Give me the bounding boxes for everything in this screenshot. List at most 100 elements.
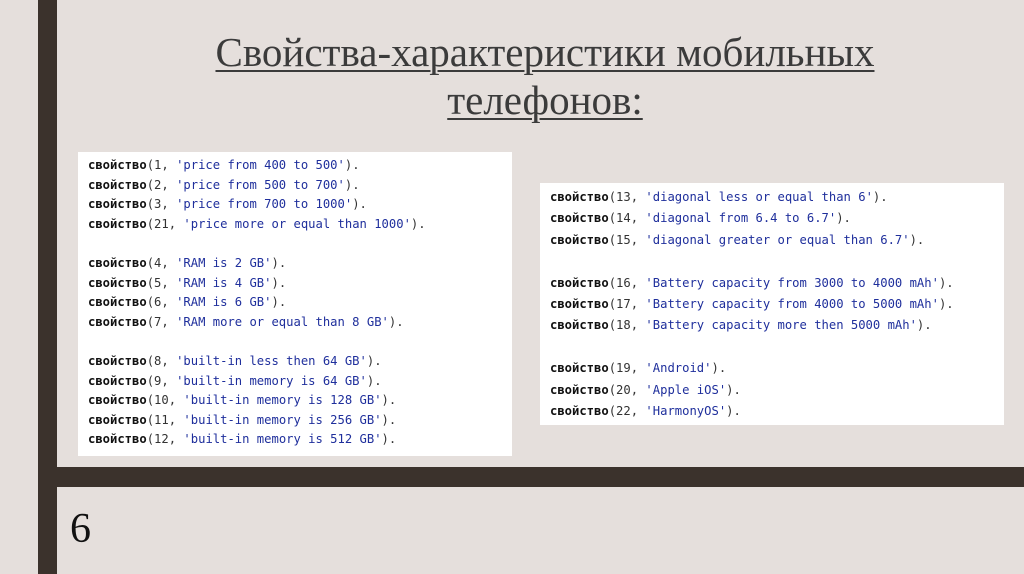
code-line: свойство(9, 'built-in memory is 64 GB'). [88,372,502,392]
keyword: свойство [88,177,147,192]
punct: ( [608,318,617,333]
property-id: 11 [154,412,169,427]
punct: , [168,432,184,447]
quote: ' [374,393,382,408]
punct: ( [146,432,155,447]
keyword: свойство [88,216,147,231]
punct: ). [271,255,287,270]
code-line: свойство(7, 'RAM more or equal than 8 GB… [88,313,502,333]
code-line: свойство(10, 'built-in memory is 128 GB'… [88,391,502,411]
property-text: diagonal from 6.4 to 6.7 [652,211,829,226]
punct: ). [271,295,287,310]
punct: ( [146,255,155,270]
quote: ' [337,158,345,172]
punct: , [161,353,177,368]
property-text: price from 500 to 700 [183,177,338,192]
code-block-right: свойство(13, 'diagonal less or equal tha… [540,183,1004,425]
keyword: свойство [550,190,609,204]
property-text: built-in memory is 256 GB [190,412,375,427]
code-line: свойство(18, 'Battery capacity more then… [550,315,994,336]
property-text: Apple iOS [652,382,719,397]
quote: ' [902,232,910,247]
punct: ( [608,275,617,290]
horizontal-decor-bar [38,467,1024,487]
punct: ( [608,211,617,226]
keyword: свойство [550,232,609,247]
code-line: свойство(6, 'RAM is 6 GB'). [88,293,502,313]
keyword: свойство [88,393,147,408]
punct: ( [608,382,617,397]
punct: ). [938,275,954,290]
code-line: свойство(3, 'price from 700 to 1000'). [88,195,502,215]
property-text: price from 400 to 500 [183,158,338,172]
code-line: свойство(13, 'diagonal less or equal tha… [550,187,994,208]
quote: ' [359,373,367,388]
property-text: price more or equal than 1000 [190,216,404,231]
code-line: свойство(16, 'Battery capacity from 3000… [550,273,994,294]
code-line: свойство(17, 'Battery capacity from 4000… [550,294,994,315]
punct: ( [146,158,155,172]
punct: ). [381,432,397,447]
punct: ( [146,353,155,368]
punct: , [161,275,177,290]
quote: ' [183,216,191,231]
quote: ' [337,177,345,192]
code-line: свойство(1, 'price from 400 to 500'). [88,156,502,176]
punct: , [630,403,646,418]
punct: ). [916,318,932,333]
keyword: свойство [550,275,609,290]
property-text: RAM more or equal than 8 GB [183,314,382,329]
quote: ' [645,361,653,376]
punct: ( [146,216,155,231]
property-text: HarmonyOS [652,403,719,418]
punct: ( [146,393,155,408]
quote: ' [645,211,653,226]
punct: ). [836,211,851,226]
punct: ( [146,295,155,310]
keyword: свойство [88,373,147,388]
keyword: свойство [88,353,147,368]
punct: , [630,296,646,311]
punct: , [161,255,177,270]
code-line: свойство(8, 'built-in less then 64 GB'). [88,352,502,372]
code-line: свойство(12, 'built-in memory is 512 GB'… [88,430,502,450]
quote: ' [183,412,191,427]
punct: ( [146,197,155,212]
keyword: свойство [550,211,609,226]
code-line: свойство(15, 'diagonal greater or equal … [550,230,994,251]
punct: , [630,275,646,290]
property-id: 10 [154,393,169,408]
slide-title: Свойства-характеристики мобильных телефо… [215,29,875,123]
keyword: свойство [550,382,609,397]
quote: ' [645,318,653,333]
quote: ' [645,382,653,397]
quote: ' [865,190,873,204]
property-text: built-in memory is 512 GB [190,432,375,447]
quote: ' [183,432,191,447]
code-line: свойство(4, 'RAM is 2 GB'). [88,254,502,274]
property-id: 22 [616,403,631,418]
quote: ' [374,432,382,447]
quote: ' [403,216,411,231]
punct: ). [271,275,287,290]
punct: , [161,295,177,310]
quote: ' [645,190,653,204]
punct: ). [381,393,397,408]
keyword: свойство [88,412,147,427]
code-line: свойство(2, 'price from 500 to 700'). [88,176,502,196]
property-id: 20 [616,382,631,397]
punct: , [630,361,646,376]
property-id: 15 [616,232,631,247]
property-text: built-in memory is 64 GB [183,373,360,388]
punct: ). [938,296,954,311]
punct: , [161,314,177,329]
punct: ( [608,232,617,247]
quote: ' [374,412,382,427]
code-line: свойство(22, 'HarmonyOS'). [550,401,994,422]
punct: , [630,318,646,333]
keyword: свойство [88,314,147,329]
property-text: Battery capacity from 3000 to 4000 mAh [652,275,932,290]
property-text: Battery capacity more then 5000 mAh [652,318,910,333]
quote: ' [645,275,653,290]
